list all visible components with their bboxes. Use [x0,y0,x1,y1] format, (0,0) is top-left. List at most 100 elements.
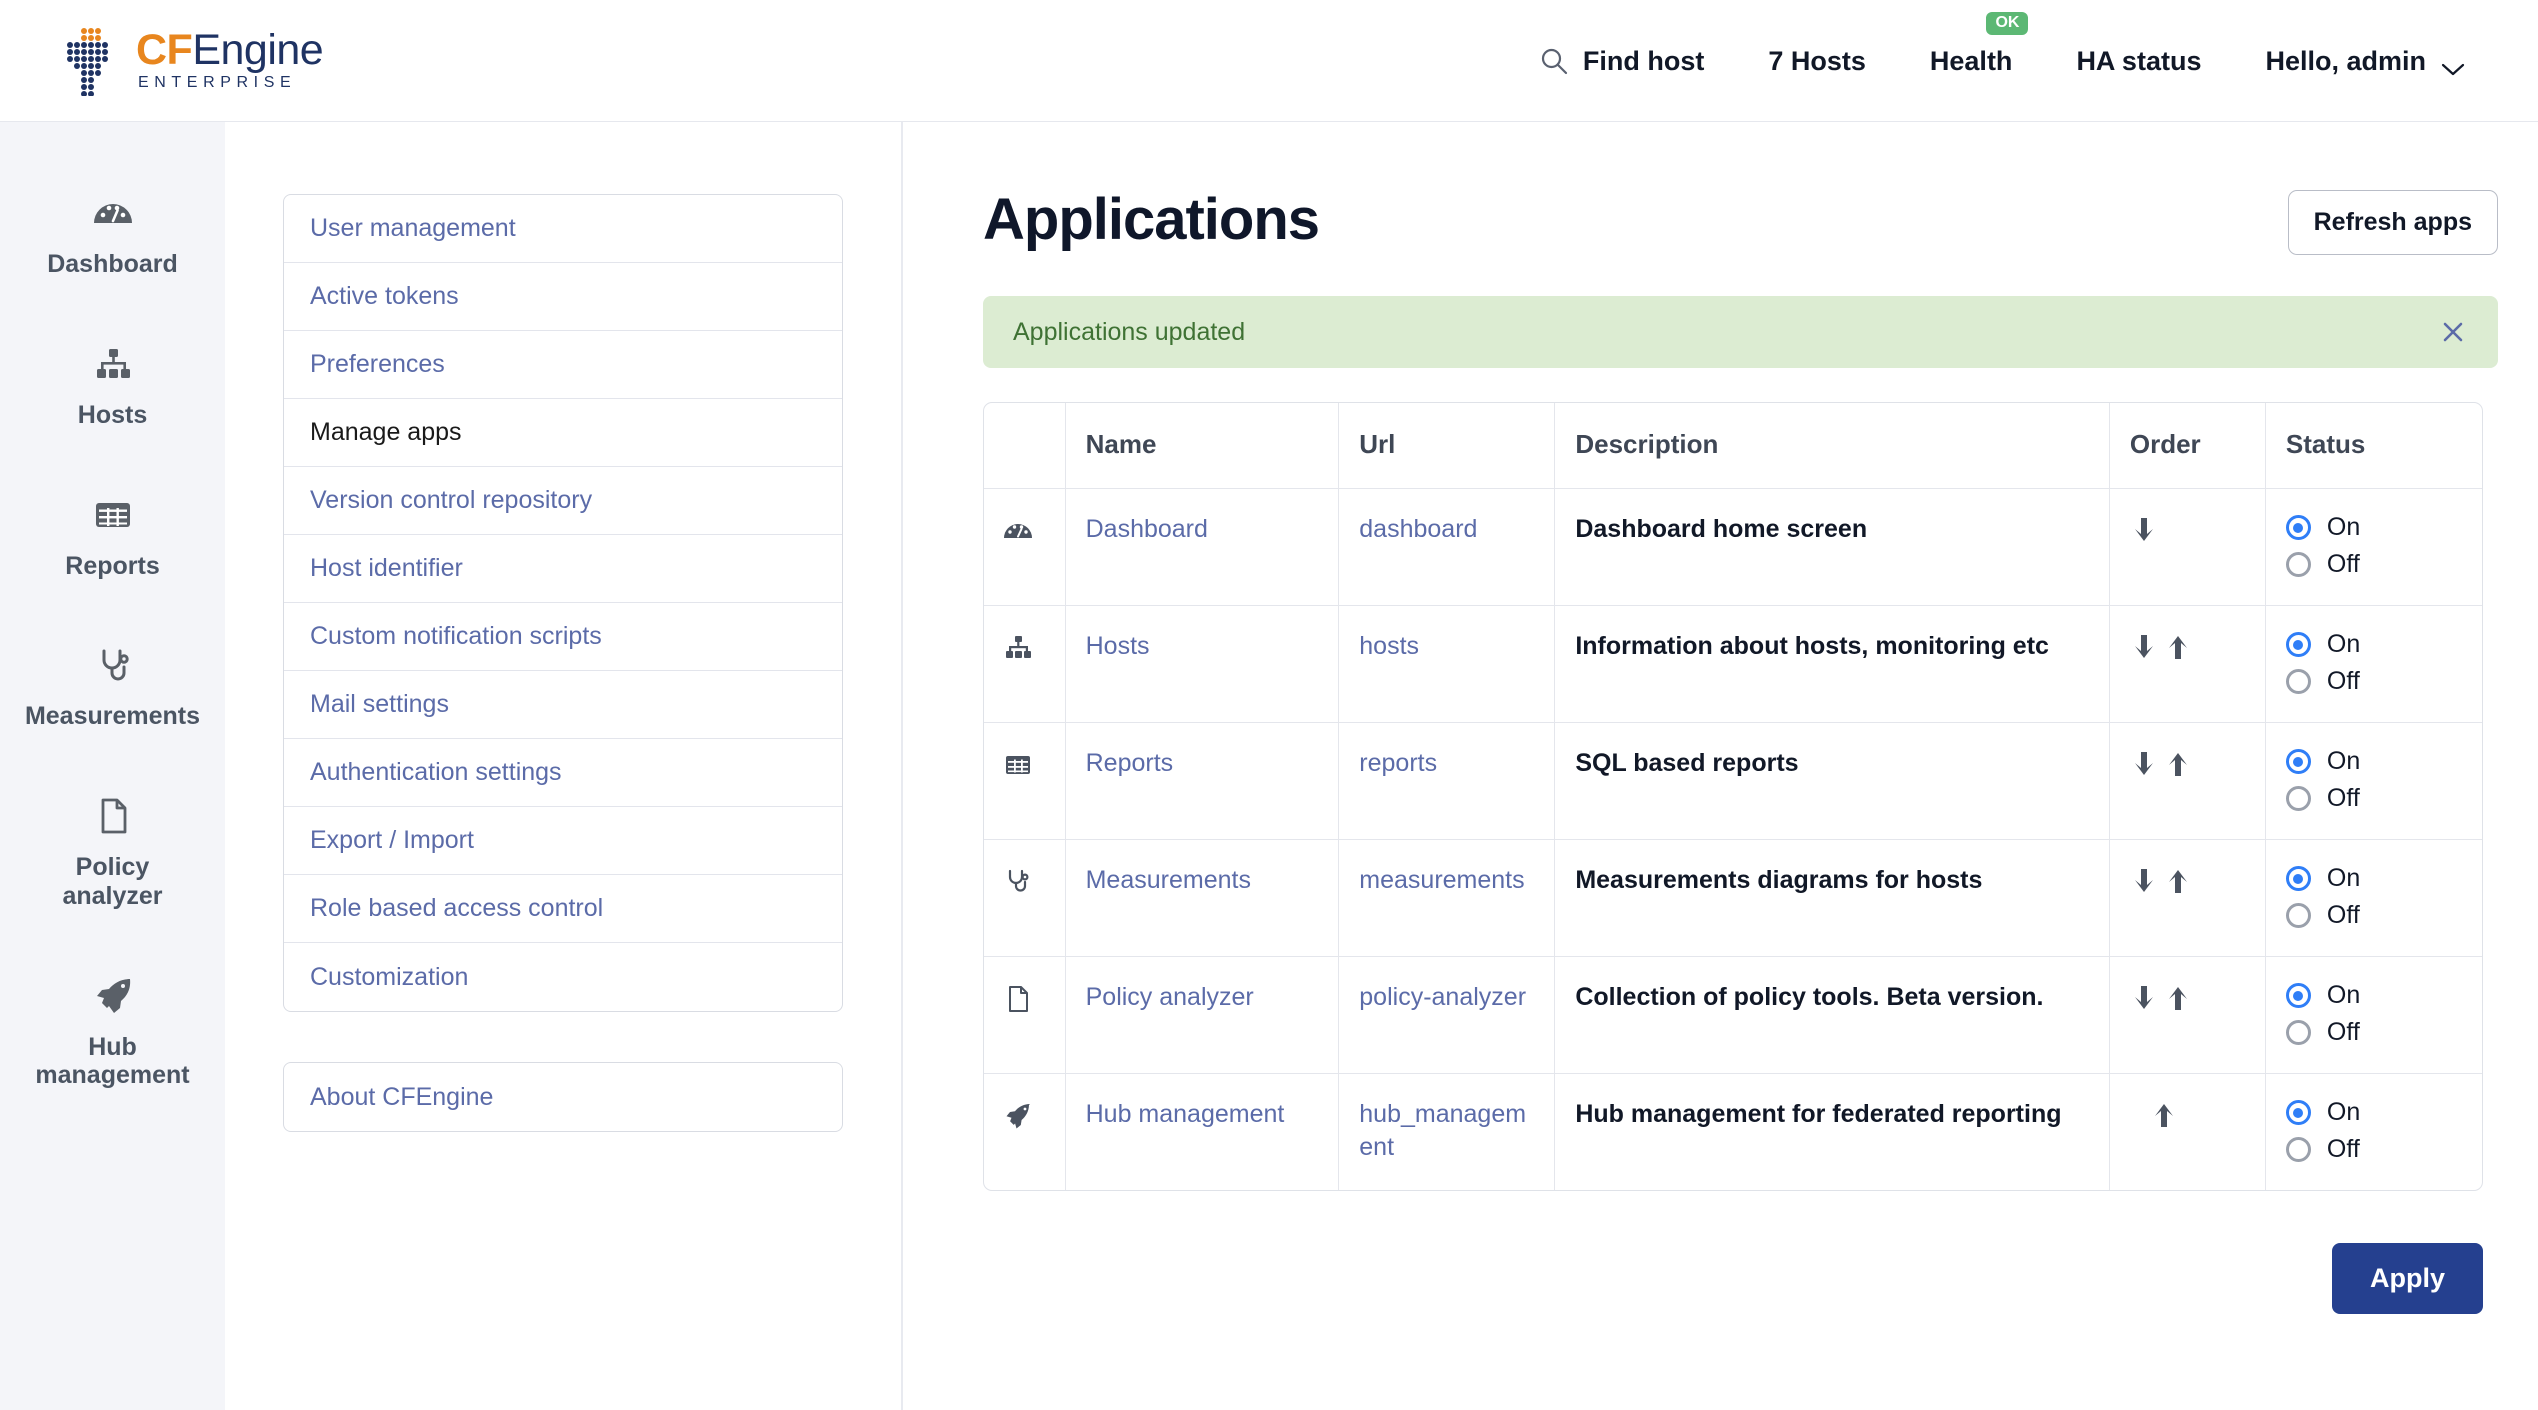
settings-item-version-control-repository[interactable]: Version control repository [284,467,842,535]
settings-item-mail-settings[interactable]: Mail settings [284,671,842,739]
move-down-icon[interactable] [2130,515,2158,545]
app-url-link[interactable]: dashboard [1359,513,1477,546]
row-order-cell [2110,1074,2266,1190]
status-radio-on[interactable]: On [2286,1098,2462,1127]
row-order-cell [2110,957,2266,1074]
settings-item-user-management[interactable]: User management [284,195,842,263]
status-on-label: On [2327,513,2360,542]
status-radio-on[interactable]: On [2286,981,2462,1010]
app-name-link[interactable]: Measurements [1086,864,1251,897]
app-url-link[interactable]: measurements [1359,864,1524,897]
rail-item-label: Hosts [78,401,147,430]
settings-item-authentication-settings[interactable]: Authentication settings [284,739,842,807]
radio-on-indicator [2286,515,2311,540]
settings-item-label: Manage apps [310,418,462,447]
settings-item-preferences[interactable]: Preferences [284,331,842,399]
rail-item-policy-analyzer[interactable]: Policy analyzer [0,793,225,911]
status-radio-off[interactable]: Off [2286,1018,2462,1047]
status-radio-on[interactable]: On [2286,513,2462,542]
status-off-label: Off [2327,1018,2360,1047]
refresh-apps-button[interactable]: Refresh apps [2288,190,2498,255]
rail-item-measurements[interactable]: Measurements [0,642,225,731]
user-menu[interactable]: Hello, admin [2233,0,2498,122]
move-up-icon[interactable] [2164,983,2192,1013]
rail-item-reports[interactable]: Reports [0,492,225,581]
move-up-icon[interactable] [2164,632,2192,662]
apply-button[interactable]: Apply [2332,1243,2483,1314]
app-name-link[interactable]: Reports [1086,747,1174,780]
status-radio-on[interactable]: On [2286,630,2462,659]
status-radio-off[interactable]: Off [2286,550,2462,579]
row-icon-cell [984,1074,1066,1190]
status-radio-off[interactable]: Off [2286,667,2462,696]
settings-item-role-based-access-control[interactable]: Role based access control [284,875,842,943]
hosts-count-nav-item[interactable]: 7 Hosts [1736,0,1898,122]
status-radio-off[interactable]: Off [2286,901,2462,930]
status-radio-on[interactable]: On [2286,864,2462,893]
move-down-icon[interactable] [2130,983,2158,1013]
rail-item-label: Policy analyzer [23,853,203,911]
row-description-cell: Hub management for federated reporting [1555,1074,2110,1190]
move-down-icon[interactable] [2130,632,2158,662]
row-url-cell: dashboard [1339,489,1555,606]
brand-logo[interactable]: CFEngine ENTERPRISE [62,26,323,96]
app-url-link[interactable]: hosts [1359,630,1419,663]
left-nav-rail: Dashboard Hosts [0,122,225,1410]
radio-off-indicator [2286,1020,2311,1045]
settings-item-custom-notification-scripts[interactable]: Custom notification scripts [284,603,842,671]
app-url-link[interactable]: policy-analyzer [1359,981,1526,1014]
move-up-icon[interactable] [2150,1100,2178,1130]
radio-off-indicator [2286,786,2311,811]
ha-status-nav-item[interactable]: HA status [2044,0,2233,122]
settings-item-export-import[interactable]: Export / Import [284,807,842,875]
settings-item-label: Custom notification scripts [310,622,602,651]
file-icon [90,793,136,839]
settings-item-label: Mail settings [310,690,449,719]
table-row: Reports reports SQL based reports [984,723,2482,840]
row-order-cell [2110,606,2266,723]
settings-item-host-identifier[interactable]: Host identifier [284,535,842,603]
status-radio-off[interactable]: Off [2286,1135,2462,1164]
row-icon-cell [984,606,1066,723]
row-status-cell: On Off [2266,957,2482,1074]
move-up-icon[interactable] [2164,749,2192,779]
app-name-link[interactable]: Dashboard [1086,513,1208,546]
close-icon[interactable] [2438,317,2468,347]
status-on-label: On [2327,747,2360,776]
settings-item-label: About CFEngine [310,1083,493,1112]
app-description: Dashboard home screen [1575,515,1867,543]
rail-item-label: Dashboard [47,250,178,279]
health-label: Health [1930,46,2013,77]
app-description: Measurements diagrams for hosts [1575,866,1982,894]
row-description-cell: Information about hosts, monitoring etc [1555,606,2110,723]
rail-item-hub-management[interactable]: Hub management [0,973,225,1091]
table-grid-icon [90,492,136,538]
rail-item-hosts[interactable]: Hosts [0,341,225,430]
settings-item-customization[interactable]: Customization [284,943,842,1011]
status-off-label: Off [2327,550,2360,579]
table-row: Measurements measurements Measurements d… [984,840,2482,957]
settings-item-about-cfengine[interactable]: About CFEngine [284,1063,842,1131]
find-host-nav-item[interactable]: Find host [1507,0,1736,122]
status-on-label: On [2327,981,2360,1010]
move-up-icon[interactable] [2164,866,2192,896]
status-radio-off[interactable]: Off [2286,784,2462,813]
radio-on-indicator [2286,983,2311,1008]
app-name-link[interactable]: Hosts [1086,630,1150,663]
cfengine-dots-logo-icon [62,26,118,96]
app-url-link[interactable]: hub_management [1359,1098,1534,1164]
app-name-link[interactable]: Policy analyzer [1086,981,1254,1014]
rail-item-dashboard[interactable]: Dashboard [0,190,225,279]
move-down-icon[interactable] [2130,866,2158,896]
app-url-link[interactable]: reports [1359,747,1437,780]
settings-item-manage-apps[interactable]: Manage apps [284,399,842,467]
page-title: Applications [983,190,1319,251]
health-nav-item[interactable]: Health OK [1898,0,2045,122]
move-down-icon[interactable] [2130,749,2158,779]
settings-item-active-tokens[interactable]: Active tokens [284,263,842,331]
app-name-link[interactable]: Hub management [1086,1098,1285,1131]
status-radio-on[interactable]: On [2286,747,2462,776]
gauge-icon [1002,515,1034,547]
stethoscope-icon [90,642,136,688]
file-icon [1002,983,1034,1015]
